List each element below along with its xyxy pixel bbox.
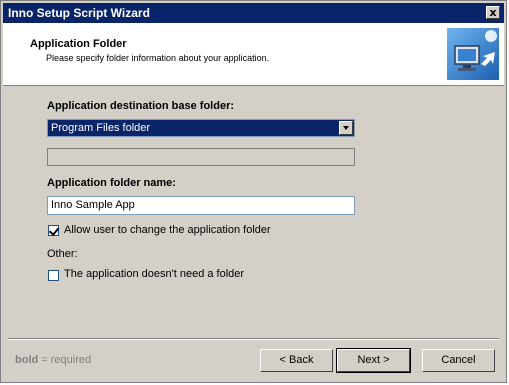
allow-change-checkbox[interactable] [48,225,59,236]
cancel-button[interactable]: Cancel [422,349,495,372]
next-button[interactable]: Next > [336,348,411,373]
footer-divider [8,338,499,340]
legend-bold-text: bold [15,354,39,366]
allow-change-label[interactable]: Allow user to change the application fol… [64,224,271,236]
no-folder-label[interactable]: The application doesn't need a folder [64,268,244,280]
page-subtitle: Please specify folder information about … [46,53,270,63]
window-title: Inno Setup Script Wizard [8,6,150,20]
custom-base-folder-input [47,148,355,166]
base-folder-selected-value: Program Files folder [51,122,151,134]
folder-name-input[interactable]: Inno Sample App [47,196,355,215]
chevron-down-icon[interactable] [339,121,353,135]
close-button[interactable]: x [486,6,500,19]
required-legend: bold = required [15,354,91,366]
computer-install-icon [447,28,499,80]
no-folder-checkbox[interactable] [48,270,59,281]
page-title: Application Folder [30,38,127,50]
back-button[interactable]: < Back [260,349,333,372]
legend-rest-text: = required [38,354,92,366]
base-folder-select[interactable]: Program Files folder [47,119,355,137]
wizard-window: Inno Setup Script Wizard x Application F… [0,0,507,383]
folder-name-label: Application folder name: [47,177,176,189]
wizard-header: Application Folder Please specify folder… [3,23,504,86]
base-folder-label: Application destination base folder: [47,100,235,112]
title-bar: Inno Setup Script Wizard x [3,3,504,23]
other-label: Other: [47,248,78,260]
